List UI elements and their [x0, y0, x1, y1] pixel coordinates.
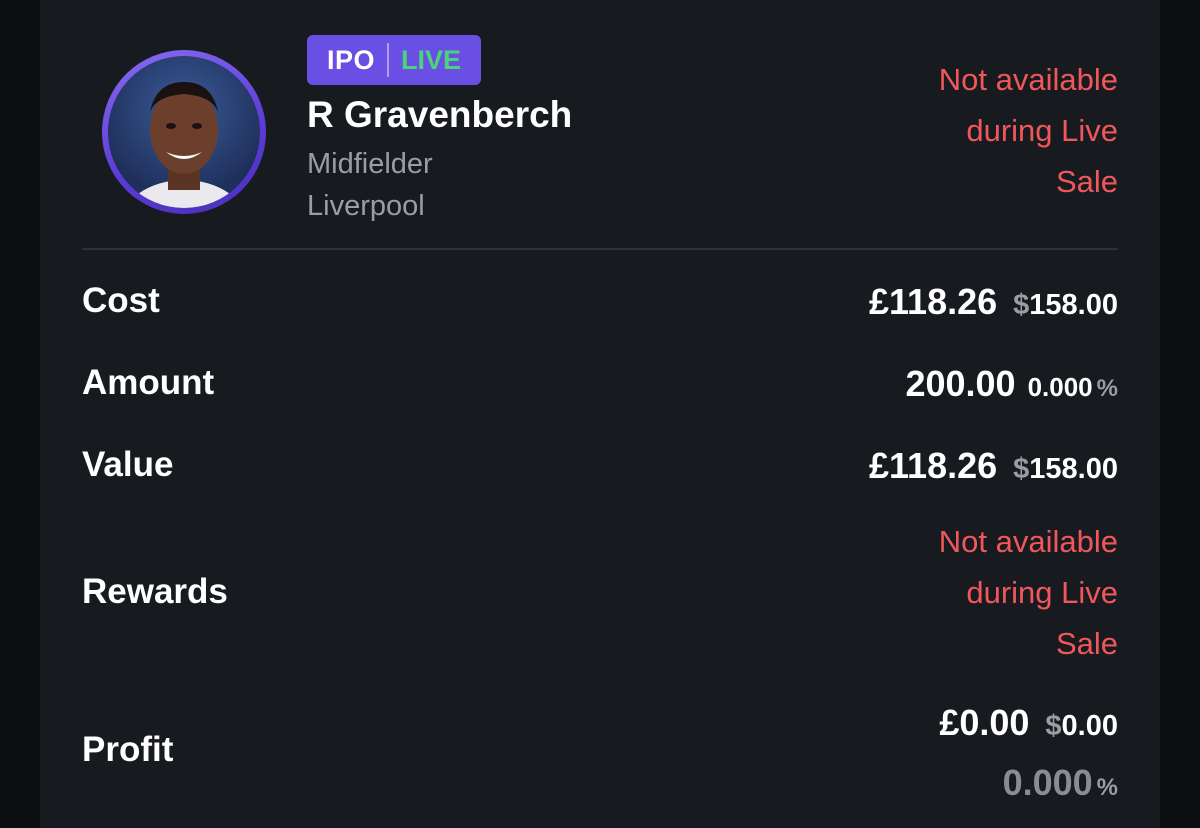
profit-gbp: £0.00 [939, 702, 1030, 743]
rewards-label: Rewards [82, 572, 228, 611]
amount-number: 200.00 [905, 363, 1016, 404]
cost-value: £118.26 $158.00 [869, 281, 1118, 323]
cost-gbp: £118.26 [869, 281, 998, 322]
notice-line: Not available [938, 524, 1118, 559]
profit-percent-number: 0.000 [1002, 762, 1093, 803]
profit-usd-value: 0.00 [1061, 710, 1118, 742]
value-value: £118.26 $158.00 [869, 445, 1118, 487]
live-label: LIVE [401, 44, 462, 75]
badge-divider [387, 43, 390, 77]
amount-percent: 0.000 [1027, 372, 1093, 402]
profit-percent: 0.000 % [1003, 762, 1118, 804]
profit-value: £0.00 $0.00 [939, 702, 1118, 744]
notice-line: Sale [1055, 164, 1118, 199]
value-usd: $158.00 [1013, 453, 1118, 486]
notice-line: Sale [1055, 626, 1118, 661]
header-not-available-notice: Not available during Live Sale [878, 54, 1118, 207]
player-avatar[interactable] [102, 50, 266, 214]
notice-line: during Live [966, 113, 1118, 148]
value-label: Value [82, 445, 174, 484]
percent-symbol: % [1096, 774, 1118, 801]
value-usd-value: 158.00 [1029, 453, 1118, 485]
amount-label: Amount [82, 363, 215, 402]
cost-label: Cost [82, 281, 160, 320]
usd-symbol: $ [1045, 710, 1062, 742]
player-name[interactable]: R Gravenberch [307, 94, 572, 136]
header-divider [82, 248, 1118, 250]
player-card: IPO LIVE R Gravenberch Midfielder Liverp… [40, 0, 1160, 828]
notice-line: Not available [938, 62, 1118, 97]
notice-line: during Live [966, 575, 1118, 610]
player-photo-image [125, 82, 243, 208]
percent-symbol: % [1096, 375, 1118, 402]
ipo-label: IPO [327, 44, 376, 75]
amount-value: 200.00 0.000 % [905, 363, 1118, 405]
player-photo [108, 56, 260, 208]
player-header: IPO LIVE R Gravenberch Midfielder Liverp… [40, 0, 1160, 250]
cost-usd-value: 158.00 [1029, 289, 1118, 321]
cost-usd: $158.00 [1013, 289, 1118, 322]
profit-usd: $0.00 [1045, 710, 1118, 743]
ipo-live-badge: IPO LIVE [307, 35, 482, 85]
rewards-not-available-notice: Not available during Live Sale [878, 516, 1118, 669]
usd-symbol: $ [1013, 289, 1030, 321]
player-position: Midfielder [307, 148, 433, 180]
value-gbp: £118.26 [869, 445, 998, 486]
usd-symbol: $ [1013, 453, 1030, 485]
profit-label: Profit [82, 730, 174, 769]
player-club: Liverpool [307, 190, 425, 222]
